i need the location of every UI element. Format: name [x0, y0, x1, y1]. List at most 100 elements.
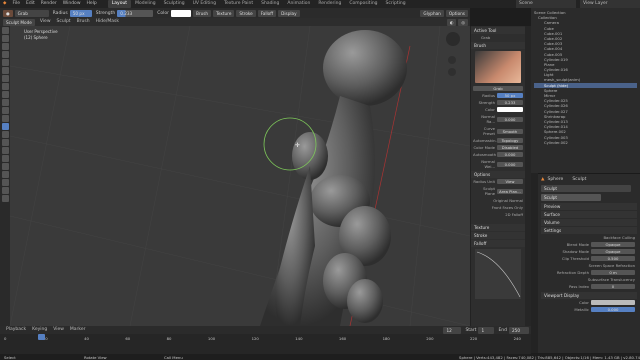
thumb-tool-icon[interactable]	[1, 139, 9, 146]
tab-uv-editing[interactable]: UV Editing	[189, 0, 220, 8]
falloff-curve-widget[interactable]	[475, 249, 521, 299]
mode-selector[interactable]: Sculpt Mode	[3, 18, 35, 26]
tab-modeling[interactable]: Modeling	[131, 0, 159, 8]
tab-rendering[interactable]: Rendering	[314, 0, 345, 8]
start-frame-field[interactable]: 1	[478, 326, 495, 334]
menu-help[interactable]: Help	[84, 0, 100, 8]
tab-animation[interactable]: Animation	[283, 0, 314, 8]
display-menu[interactable]: Display	[278, 9, 300, 17]
view-layer-selector[interactable]: View Layer	[580, 0, 640, 8]
radius-field[interactable]: 50 px	[69, 9, 92, 17]
scene-selector[interactable]: Scene	[516, 0, 576, 8]
current-frame-field[interactable]: 12	[443, 326, 462, 334]
menu-timeline-view[interactable]: View	[50, 326, 67, 334]
clip-threshold-field[interactable]: 0.500	[591, 256, 635, 261]
orientation-selector[interactable]: Glyphan	[420, 9, 444, 17]
vd-color-swatch[interactable]	[591, 300, 635, 305]
layer-tool-icon[interactable]	[1, 51, 9, 58]
2d-falloff-checkbox[interactable]: 2D Falloff	[505, 212, 523, 217]
flatten-tool-icon[interactable]	[1, 91, 9, 98]
timeline-ruler[interactable]: 0 20 40 60 80 100 120 140 160 180 200 220 240	[0, 334, 531, 342]
falloff-section-header[interactable]: Falloff	[471, 240, 525, 247]
options-menu[interactable]: Options	[445, 9, 468, 17]
color-mode-select[interactable]: Disabled	[497, 145, 523, 150]
grab-tool-icon[interactable]	[1, 123, 9, 130]
viewport-display-header[interactable]: Viewport Display	[541, 292, 637, 299]
properties-section-preview[interactable]: Preview	[541, 203, 637, 210]
original-normal-checkbox[interactable]: Original Normal	[493, 198, 523, 203]
navigation-gizmo[interactable]	[446, 32, 460, 46]
brush-name-field[interactable]: Grab	[473, 86, 523, 91]
tab-layout[interactable]: Layout	[107, 0, 132, 8]
npanel-strength-field[interactable]: 0.233	[497, 100, 523, 105]
material-slot[interactable]: Sculpt	[541, 185, 631, 192]
brush-selector[interactable]: Grab	[14, 9, 49, 17]
tab-scripting[interactable]: Scripting	[382, 0, 410, 8]
properties-section-volume[interactable]: Volume	[541, 219, 637, 226]
options-section-header[interactable]: Options	[471, 171, 525, 178]
box-mask-tool-icon[interactable]	[1, 179, 9, 186]
autosmooth-field[interactable]: 0.000	[497, 152, 523, 157]
end-frame-field[interactable]: 250	[509, 326, 529, 334]
tab-texture-paint[interactable]: Texture Paint	[220, 0, 257, 8]
pan-icon[interactable]	[448, 68, 456, 76]
scrape-tool-icon[interactable]	[1, 107, 9, 114]
draw-tool-icon[interactable]	[1, 27, 9, 34]
clay-strips-tool-icon[interactable]	[1, 43, 9, 50]
lasso-mask-tool-icon[interactable]	[1, 187, 9, 194]
blender-logo-icon[interactable]: ◆	[0, 0, 9, 8]
metallic-field[interactable]: 0.000	[591, 307, 635, 312]
subsurface-checkbox[interactable]: Subsurface Translucency	[588, 277, 635, 282]
properties-section-surface[interactable]: Surface	[541, 211, 637, 218]
properties-tabs[interactable]	[531, 173, 538, 353]
blend-mode-select[interactable]: Opaque	[591, 242, 635, 247]
brush-icon[interactable]: ●	[3, 9, 13, 17]
pinch-tool-icon[interactable]	[1, 115, 9, 122]
backface-culling-checkbox[interactable]: Backface Culling	[603, 235, 635, 240]
ssr-checkbox[interactable]: Screen Space Refraction	[589, 263, 635, 268]
refraction-depth-field[interactable]: 0 m	[591, 270, 635, 275]
color-swatch[interactable]	[170, 9, 191, 17]
npanel-color-swatch[interactable]	[497, 107, 523, 112]
falloff-menu[interactable]: Falloff	[257, 9, 277, 17]
menu-view[interactable]: View	[37, 18, 54, 26]
blob-tool-icon[interactable]	[1, 67, 9, 74]
texture-section-header[interactable]: Texture	[471, 224, 525, 231]
menu-render[interactable]: Render	[38, 0, 60, 8]
normal-radius-field[interactable]: 0.000	[497, 116, 523, 122]
fill-tool-icon[interactable]	[1, 99, 9, 106]
properties-section-settings[interactable]: Settings	[541, 227, 637, 234]
active-tool-header[interactable]: Active Tool	[471, 27, 525, 34]
material-selector[interactable]: Sculpt	[541, 194, 601, 201]
zoom-icon[interactable]	[448, 56, 456, 64]
brush-section-header[interactable]: Brush	[471, 42, 525, 49]
menu-file[interactable]: File	[9, 0, 23, 8]
crease-tool-icon[interactable]	[1, 75, 9, 82]
menu-edit[interactable]: Edit	[23, 0, 38, 8]
sculpt-plane-select[interactable]: Area Plan...	[497, 188, 523, 194]
radius-unit-select[interactable]: View	[497, 179, 523, 184]
simplify-tool-icon[interactable]	[1, 163, 9, 170]
curve-preset-select[interactable]: Smooth	[497, 128, 523, 134]
inflate-tool-icon[interactable]	[1, 59, 9, 66]
tab-compositing[interactable]: Compositing	[345, 0, 381, 8]
outliner-item[interactable]: Cylinder.002	[534, 140, 637, 145]
nudge-tool-icon[interactable]	[1, 147, 9, 154]
shadow-mode-select[interactable]: Opaque	[591, 249, 635, 254]
menu-brush[interactable]: Brush	[74, 18, 93, 26]
texture-menu[interactable]: Texture	[213, 9, 235, 17]
stroke-section-header[interactable]: Stroke	[471, 232, 525, 239]
npanel-radius-field[interactable]: 50 px	[497, 93, 523, 98]
tab-shading[interactable]: Shading	[257, 0, 283, 8]
tab-sculpting[interactable]: Sculpting	[160, 0, 189, 8]
snake-hook-tool-icon[interactable]	[1, 131, 9, 138]
brush-menu[interactable]: Brush	[192, 9, 212, 17]
menu-playback[interactable]: Playback	[3, 326, 29, 334]
normal-weight-field[interactable]: 0.000	[497, 161, 523, 167]
pass-index-field[interactable]: 0	[591, 284, 635, 289]
rotate-tool-icon[interactable]	[1, 155, 9, 162]
3d-viewport[interactable]: ✛ User Perspective (12) Sphere	[10, 26, 470, 326]
smooth-tool-icon[interactable]	[1, 83, 9, 90]
menu-keying[interactable]: Keying	[29, 326, 50, 334]
annotate-tool-icon[interactable]	[1, 195, 9, 202]
